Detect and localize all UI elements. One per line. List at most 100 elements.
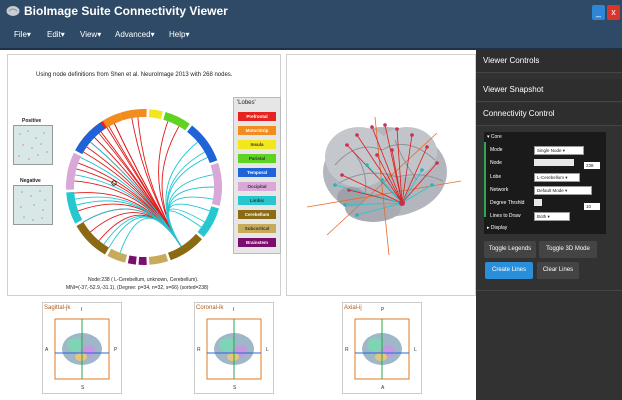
degree-threshold-label: Degree Thrshld: [490, 200, 525, 206]
degree-threshold-input[interactable]: 10: [584, 203, 600, 210]
lobe-legend-item: Limbic: [238, 196, 276, 205]
slice-view-0[interactable]: Sagittal-jk I S A P: [42, 302, 122, 394]
slice-view-1[interactable]: Coronal-ik I S R L: [194, 302, 274, 394]
mode-select[interactable]: Single Node ▾: [534, 146, 584, 155]
degree-threshold-slider[interactable]: [534, 199, 542, 206]
connectivity-control-header[interactable]: Connectivity Control: [476, 103, 622, 126]
menu-bar: File▾ Edit▾ View▾ Advanced▾ Help▾: [0, 24, 622, 50]
lobe-ring-segment: [187, 125, 218, 164]
orientation-left: R: [345, 347, 349, 353]
core-section-bar: [484, 142, 486, 217]
toggle-legends-button[interactable]: Toggle Legends: [484, 241, 536, 258]
connection-line: [119, 217, 182, 253]
connectivity-control-body: ▾ Core Mode Single Node ▾ Node 238 Lobe …: [484, 132, 606, 234]
lobe-legend-item: Parietal: [238, 154, 276, 163]
orientation-right: P: [114, 347, 118, 353]
viewer-snapshot-header[interactable]: Viewer Snapshot: [476, 79, 622, 102]
orientation-left: R: [197, 347, 201, 353]
brain-node: [333, 183, 337, 187]
lobe-legend-item: Occipital: [238, 182, 276, 191]
lines-to-draw-label: Lines to Draw: [490, 213, 521, 219]
lobe-legend-item: Temporal: [238, 168, 276, 177]
positive-matrix-thumbnail[interactable]: [13, 125, 53, 165]
lobe-select[interactable]: L-Cerebellum ▾: [534, 173, 580, 182]
brain-node: [390, 148, 394, 152]
slice-view-title: Axial-ij: [344, 305, 362, 311]
slice-view-title: Coronal-ik: [196, 305, 224, 311]
lobe-legend-item: Subcortical: [238, 224, 276, 233]
mni-info: MNI=(-37,-52.9,-31.1), (Degree: p=34, n=…: [66, 285, 209, 291]
node-label: Node: [490, 160, 502, 166]
close-button[interactable]: x: [607, 5, 620, 20]
brain-node: [340, 173, 344, 177]
connection-line: [90, 141, 182, 247]
brain-node: [355, 133, 359, 137]
brain-node: [370, 125, 374, 129]
node-slider[interactable]: [534, 159, 574, 166]
network-label: Network: [490, 187, 509, 193]
orientation-left: A: [45, 347, 49, 353]
connection-line: [137, 117, 182, 247]
brain-node: [375, 153, 379, 157]
core-section-toggle[interactable]: ▾ Core: [487, 134, 502, 140]
negative-matrix-thumbnail[interactable]: [13, 185, 53, 225]
lobe-ring-segment: [167, 233, 202, 261]
brain-node: [365, 163, 369, 167]
sidebar-divider: [476, 290, 622, 291]
lobe-ring-segment: [138, 256, 147, 265]
network-select[interactable]: Default Mode ▾: [534, 186, 592, 195]
lobe-ring-segment: [66, 152, 82, 190]
menu-help[interactable]: Help▾: [169, 30, 189, 39]
brain-node: [425, 145, 429, 149]
lobe-ring-segment: [76, 222, 109, 255]
orientation-right: L: [414, 347, 417, 353]
brain-node: [435, 161, 439, 165]
lobe-legend-item: Brainstem: [238, 238, 276, 247]
lobes-legend: 'Lobes' Prefrontal MotorStrip Insula Pariet…: [233, 97, 281, 254]
orientation-bottom: S: [81, 385, 85, 391]
connection-line: [94, 137, 182, 247]
slice-image[interactable]: [53, 313, 111, 385]
brain-node: [430, 183, 434, 187]
node-definition-caption: Using node definitions from Shen et al. …: [36, 72, 233, 78]
orientation-top: I: [233, 307, 235, 313]
menu-edit[interactable]: Edit▾: [47, 30, 65, 39]
connectogram-svg[interactable]: [58, 105, 230, 275]
slice-view-title: Sagittal-jk: [44, 305, 71, 311]
lobes-legend-title: 'Lobes': [237, 100, 256, 106]
lobe-legend-item: Insula: [238, 140, 276, 149]
create-lines-button[interactable]: Create Lines: [485, 262, 533, 279]
main-content: Using node definitions from Shen et al. …: [0, 50, 476, 400]
brain-3d-panel[interactable]: [286, 54, 476, 296]
mode-label: Mode: [490, 147, 503, 153]
menu-advanced[interactable]: Advanced▾: [115, 30, 155, 39]
brain-node: [380, 178, 384, 182]
connection-line: [86, 146, 182, 247]
slice-view-2[interactable]: Axial-ij P A R L: [342, 302, 422, 394]
slice-image[interactable]: [205, 313, 263, 385]
brain-3d-render[interactable]: [287, 55, 475, 295]
toggle-3d-mode-button[interactable]: Toggle 3D Mode: [539, 241, 597, 258]
menu-view[interactable]: View▾: [80, 30, 101, 39]
lines-to-draw-select[interactable]: Both ▾: [534, 212, 570, 221]
menu-file[interactable]: File▾: [14, 30, 31, 39]
slice-image[interactable]: [353, 313, 411, 385]
orientation-right: L: [266, 347, 269, 353]
lobe-label: Lobe: [490, 174, 502, 180]
orientation-bottom: S: [233, 385, 237, 391]
control-sidebar: Viewer Controls Viewer Snapshot Connecti…: [476, 50, 622, 400]
viewer-controls-header[interactable]: Viewer Controls: [476, 50, 622, 73]
lobe-ring-segment: [148, 253, 169, 265]
lobe-legend-item: Prefrontal: [238, 112, 276, 121]
clear-lines-button[interactable]: Clear Lines: [537, 262, 579, 279]
app-logo-icon: [6, 6, 20, 16]
negative-label: Negative: [20, 178, 41, 184]
brain-node: [383, 123, 387, 127]
node-number-input[interactable]: 238: [584, 162, 600, 169]
orientation-bottom: A: [381, 385, 385, 391]
lobe-ring-segment: [148, 109, 163, 120]
connectogram-panel: Using node definitions from Shen et al. …: [7, 54, 281, 296]
display-section-toggle[interactable]: ▸ Display: [487, 225, 507, 231]
minimize-button[interactable]: _: [592, 5, 605, 20]
lobe-ring-segment: [127, 255, 137, 265]
